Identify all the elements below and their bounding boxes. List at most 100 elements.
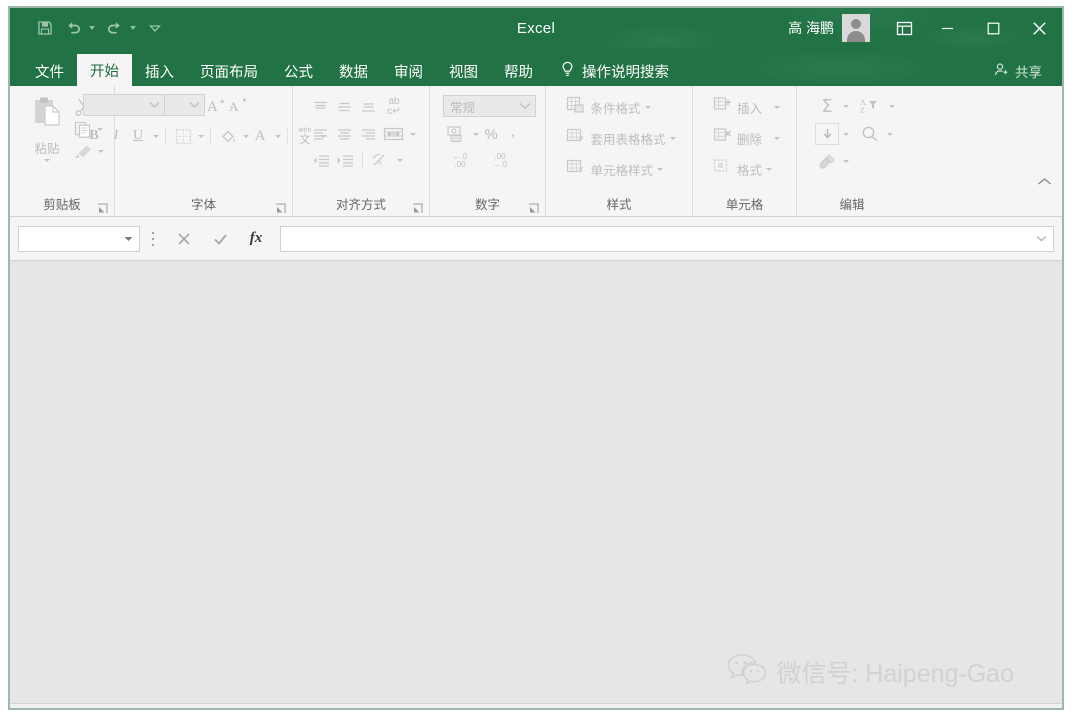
decrease-font-size-button[interactable]: A <box>227 94 249 116</box>
redo-dropdown-icon[interactable] <box>130 26 136 30</box>
font-size-combo[interactable] <box>165 94 205 116</box>
cancel-formula-button[interactable] <box>166 226 202 252</box>
user-name[interactable]: 高 海鹏 <box>788 18 834 38</box>
fill-color-button[interactable] <box>217 125 239 147</box>
ribbon-display-options-icon[interactable] <box>884 8 924 48</box>
close-icon[interactable] <box>1016 8 1062 48</box>
sort-filter-button[interactable]: AZ <box>857 95 885 117</box>
name-box[interactable] <box>18 225 140 252</box>
tab-formulas[interactable]: 公式 <box>271 56 326 86</box>
formula-input[interactable] <box>280 225 1054 252</box>
underline-dropdown-icon[interactable] <box>153 134 159 138</box>
format-as-table-label: 套用表格格式 <box>590 133 666 147</box>
format-as-table-dropdown-icon[interactable] <box>669 137 676 140</box>
format-cells-dropdown-icon[interactable] <box>766 168 772 171</box>
autosum-dropdown-icon[interactable] <box>843 104 849 108</box>
find-select-dropdown-icon[interactable] <box>887 132 893 136</box>
font-color-button[interactable]: A <box>249 125 271 147</box>
clear-button[interactable] <box>815 151 839 171</box>
clear-dropdown-icon[interactable] <box>843 159 849 163</box>
save-icon[interactable] <box>32 15 58 41</box>
cell-styles-button[interactable]: 单元格样式 <box>566 158 663 181</box>
autosum-button[interactable]: Σ <box>815 95 839 117</box>
tell-me-search[interactable]: 操作说明搜索 <box>546 56 679 86</box>
sort-filter-dropdown-icon[interactable] <box>889 104 895 108</box>
font-color-dropdown-icon[interactable] <box>275 134 281 138</box>
format-cells-button[interactable]: 格式 <box>713 158 772 181</box>
accounting-format-button[interactable] <box>443 123 469 145</box>
align-center-button[interactable] <box>332 123 356 145</box>
underline-button[interactable]: U <box>127 125 149 147</box>
align-right-button[interactable] <box>356 123 380 145</box>
merge-center-button[interactable] <box>380 123 406 145</box>
fill-button[interactable] <box>815 123 839 145</box>
borders-dropdown-icon[interactable] <box>198 134 204 138</box>
tab-help[interactable]: 帮助 <box>491 56 546 86</box>
font-name-combo[interactable] <box>83 94 165 116</box>
paste-button[interactable]: 粘贴 <box>20 92 74 162</box>
tab-page-layout[interactable]: 页面布局 <box>187 56 271 86</box>
number-format-combo[interactable]: 常规 <box>443 95 536 117</box>
undo-dropdown-icon[interactable] <box>89 26 95 30</box>
work-area[interactable]: 微信号: Haipeng-Gao @51CTO博客 <box>10 261 1062 708</box>
share-button[interactable]: 共享 <box>994 56 1062 86</box>
normal-view-button[interactable] <box>696 707 736 709</box>
italic-button[interactable]: I <box>105 125 127 147</box>
clipboard-dialog-launcher[interactable] <box>97 201 108 213</box>
align-bottom-button[interactable] <box>356 96 380 118</box>
align-middle-button[interactable] <box>332 96 356 118</box>
tab-review[interactable]: 审阅 <box>381 56 436 86</box>
maximize-icon[interactable] <box>970 8 1016 48</box>
group-label-styles: 样式 <box>606 198 632 212</box>
number-dialog-launcher[interactable] <box>528 201 539 213</box>
tab-home[interactable]: 开始 <box>77 54 132 86</box>
conditional-formatting-dropdown-icon[interactable] <box>644 106 651 109</box>
tab-insert[interactable]: 插入 <box>132 56 187 86</box>
avatar[interactable] <box>842 14 870 42</box>
orientation-dropdown-icon[interactable] <box>397 158 403 162</box>
insert-cells-button[interactable]: 插入 <box>713 96 780 119</box>
decrease-indent-button[interactable] <box>308 149 332 171</box>
paste-icon <box>30 96 64 137</box>
conditional-formatting-label: 条件格式 <box>590 102 641 116</box>
formula-bar-handle[interactable] <box>140 230 166 248</box>
alignment-dialog-launcher[interactable] <box>412 201 423 213</box>
font-dialog-launcher[interactable] <box>275 201 286 213</box>
insert-function-button[interactable]: fx <box>238 226 274 252</box>
orientation-button[interactable]: a <box>369 149 393 171</box>
increase-indent-button[interactable] <box>332 149 356 171</box>
align-top-button[interactable] <box>308 96 332 118</box>
percent-style-button[interactable]: % <box>479 123 503 145</box>
bold-button[interactable]: B <box>83 125 105 147</box>
tab-file[interactable]: 文件 <box>22 56 77 86</box>
fill-dropdown-icon[interactable] <box>843 132 849 136</box>
comma-style-button[interactable]: , <box>503 123 523 145</box>
increase-decimal-button[interactable]: ←.0 .00 <box>443 150 477 172</box>
increase-font-size-button[interactable]: A <box>205 94 227 116</box>
align-left-button[interactable] <box>308 123 332 145</box>
wrap-text-button[interactable]: ab c↵ <box>380 95 408 119</box>
undo-icon[interactable] <box>60 15 86 41</box>
tab-data[interactable]: 数据 <box>326 56 381 86</box>
minimize-icon[interactable] <box>924 8 970 48</box>
merge-center-dropdown-icon[interactable] <box>410 132 416 136</box>
delete-cells-dropdown-icon[interactable] <box>774 137 780 140</box>
enter-formula-button[interactable] <box>202 226 238 252</box>
format-as-table-button[interactable]: 套用表格格式 <box>566 127 676 150</box>
tab-view[interactable]: 视图 <box>436 56 491 86</box>
delete-cells-button[interactable]: 删除 <box>713 127 780 150</box>
ribbon-group-alignment: ab c↵ a 对齐方式 <box>292 86 429 216</box>
conditional-formatting-button[interactable]: 条件格式 <box>566 96 651 119</box>
page-break-view-button[interactable] <box>776 707 816 709</box>
cell-styles-dropdown-icon[interactable] <box>657 168 663 171</box>
insert-cells-dropdown-icon[interactable] <box>774 106 780 109</box>
decrease-decimal-button[interactable]: .00 →.0 <box>483 150 517 172</box>
lightbulb-icon <box>560 61 575 82</box>
paste-dropdown-icon[interactable] <box>44 159 50 162</box>
borders-button[interactable] <box>172 125 194 147</box>
page-layout-view-button[interactable] <box>736 707 776 709</box>
find-select-button[interactable] <box>857 123 883 145</box>
collapse-ribbon-button[interactable] <box>1037 174 1052 192</box>
customize-quick-access-icon[interactable] <box>142 15 168 41</box>
redo-icon[interactable] <box>101 15 127 41</box>
